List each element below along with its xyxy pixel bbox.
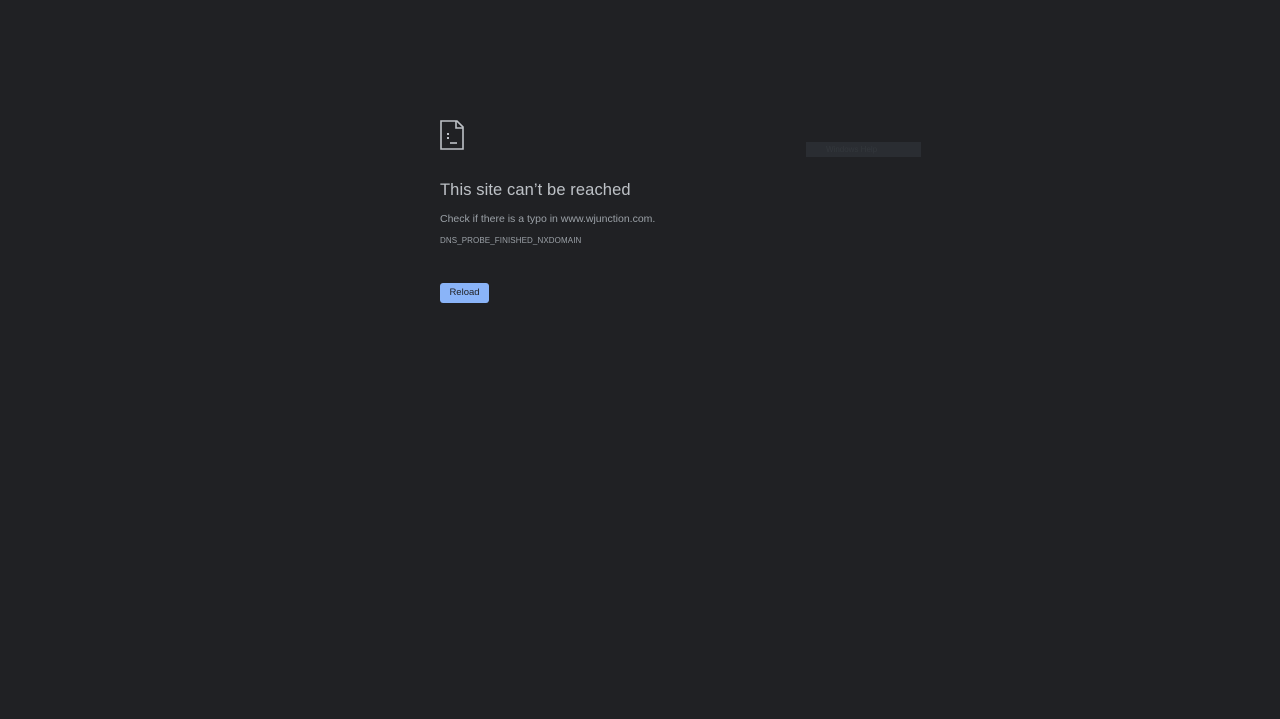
page-title: This site can’t be reached [440,181,631,199]
error-suggestion: Check if there is a typo in www.wjunctio… [440,213,656,225]
error-code: DNS_PROBE_FINISHED_NXDOMAIN [440,236,582,245]
error-content: This site can’t be reached Check if ther… [440,120,960,303]
error-page: Windows Help This site can’t be reached … [0,0,1280,719]
sad-document-icon [440,120,960,150]
reload-button[interactable]: Reload [440,283,489,303]
